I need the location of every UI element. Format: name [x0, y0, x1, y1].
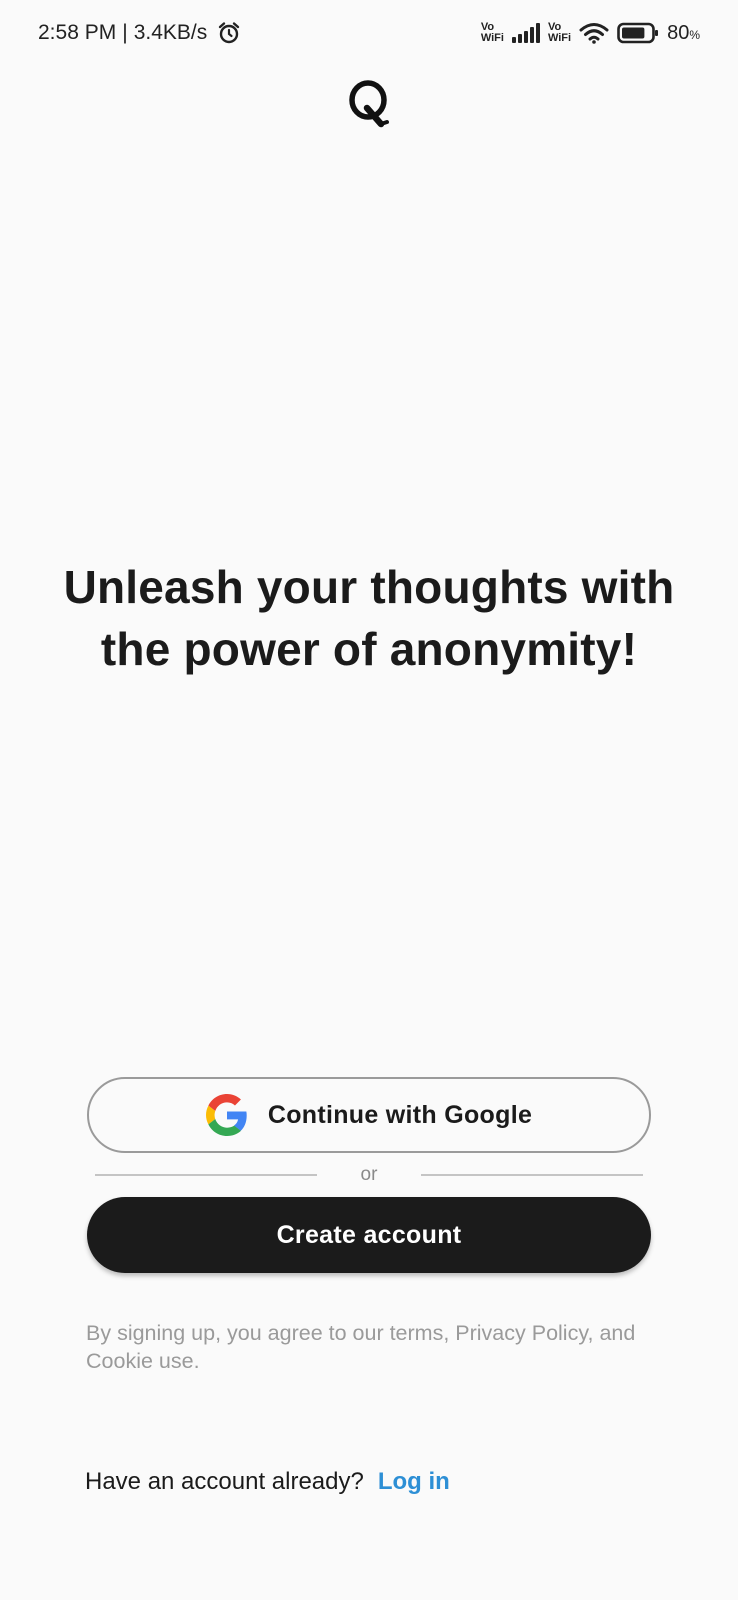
or-divider: or: [95, 1163, 643, 1187]
divider-line-right: [421, 1174, 643, 1176]
wifi-icon: [579, 22, 609, 44]
app-logo: [0, 78, 738, 130]
create-account-button[interactable]: Create account: [87, 1197, 651, 1273]
battery-percent: 80%: [667, 21, 700, 44]
continue-with-google-button[interactable]: Continue with Google: [87, 1077, 651, 1153]
divider-line-left: [95, 1174, 317, 1176]
status-separator: |: [122, 21, 128, 44]
sign-up-screen: 2:58 PM | 3.4KB/s Vo WiFi Vo WiFi 80% Un…: [0, 0, 738, 1600]
google-logo-icon: [205, 1094, 248, 1136]
status-time: 2:58 PM: [38, 21, 117, 44]
headline-line-2: the power of anonymity!: [100, 623, 638, 675]
terms-notice: By signing up, you agree to our terms, P…: [86, 1321, 636, 1373]
headline: Unleash your thoughts with the power of …: [20, 556, 718, 680]
login-row: Have an account already? Log in: [85, 1468, 450, 1496]
vowifi-icon: Vo WiFi: [480, 21, 504, 44]
status-right: Vo WiFi Vo WiFi 80%: [481, 22, 700, 45]
status-left: 2:58 PM | 3.4KB/s: [38, 21, 241, 45]
continue-with-google-label: Continue with Google: [267, 1100, 533, 1129]
vowifi-icon-2: Vo WiFi: [547, 21, 572, 44]
status-bar: 2:58 PM | 3.4KB/s Vo WiFi Vo WiFi 80%: [0, 0, 738, 66]
divider-or-label: or: [360, 1164, 378, 1185]
headline-line-1: Unleash your thoughts with: [63, 561, 675, 613]
battery-icon: [617, 22, 659, 44]
cell-signal-icon: [511, 23, 540, 43]
log-in-link[interactable]: Log in: [378, 1468, 450, 1496]
create-account-label: Create account: [276, 1220, 462, 1249]
login-prompt: Have an account already?: [85, 1468, 364, 1495]
q-logo-icon: [349, 80, 389, 128]
alarm-clock-icon: [217, 21, 241, 45]
network-speed: 3.4KB/s: [133, 21, 208, 44]
